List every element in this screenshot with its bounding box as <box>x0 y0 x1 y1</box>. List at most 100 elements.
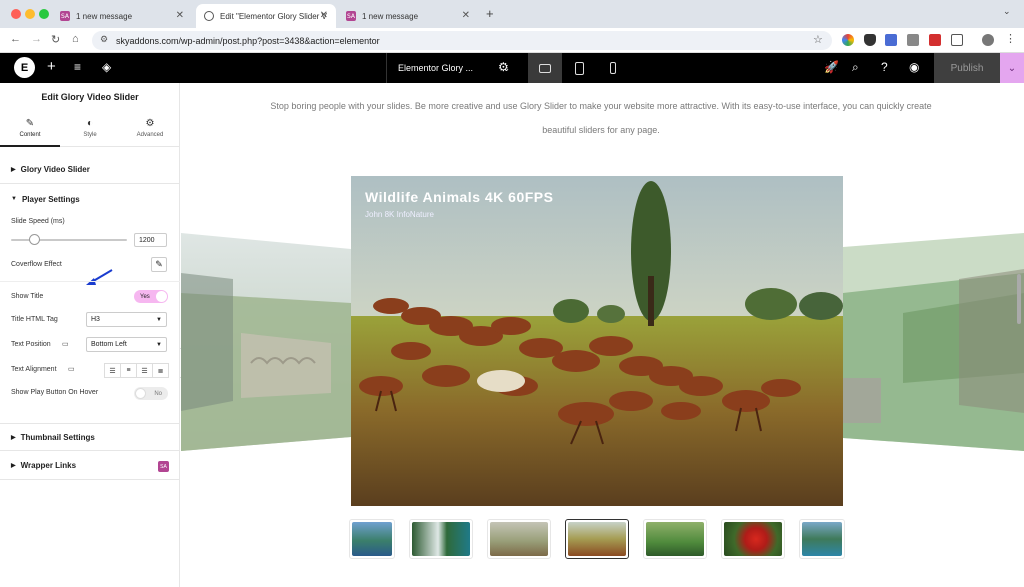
site-settings-icon[interactable]: ⚙ <box>100 34 108 45</box>
close-window-button[interactable] <box>11 9 21 19</box>
section-title: Thumbnail Settings <box>20 432 95 442</box>
desktop-icon <box>539 63 551 73</box>
close-tab-icon[interactable]: ✕ <box>176 10 184 21</box>
edit-pencil-icon[interactable]: ✎ <box>151 257 167 272</box>
tab-label: Style <box>83 132 97 138</box>
slide-speed-slider-handle[interactable] <box>29 234 41 245</box>
thumbnail-7[interactable] <box>799 519 845 559</box>
browser-tab-1[interactable]: SA 1 new message ✕ <box>52 4 192 28</box>
structure-layers-icon[interactable]: ◈ <box>102 60 111 74</box>
text-alignment-buttons: ☰ ≡ ☰ ≣ <box>104 363 169 378</box>
tab-label: Content <box>19 132 41 138</box>
publish-options-chevron-icon[interactable]: ⌄ <box>1000 53 1024 83</box>
show-title-toggle[interactable]: Yes <box>134 290 168 303</box>
panel-title: Edit Glory Video Slider <box>41 92 139 102</box>
text-alignment-label: Text Alignment <box>11 366 57 373</box>
active-slide[interactable]: Wildlife Animals 4K 60FPS John 8K InfoNa… <box>351 176 843 506</box>
section-title: Glory Video Slider <box>20 165 90 174</box>
maximize-window-button[interactable] <box>39 9 49 19</box>
caret-down-icon: ▼ <box>156 341 162 348</box>
align-right-icon[interactable]: ☰ <box>136 363 153 378</box>
previous-slide-image[interactable] <box>181 233 353 453</box>
back-arrow-icon[interactable]: ← <box>10 33 21 45</box>
title-html-tag-select[interactable]: H3 ▼ <box>86 312 167 327</box>
page-settings-gear-icon[interactable]: ⚙ <box>498 60 509 74</box>
section-title: Wrapper Links <box>20 461 77 470</box>
section-wrapper-links[interactable]: ▶ Wrapper Links <box>0 452 180 480</box>
publish-button[interactable]: Publish <box>934 53 1000 83</box>
close-tab-icon[interactable]: ✕ <box>320 10 328 21</box>
url-input[interactable]: ⚙ skyaddons.com/wp-admin/post.php?post=3… <box>92 31 832 50</box>
text-position-select[interactable]: Bottom Left ▼ <box>86 337 167 352</box>
next-slide-image[interactable] <box>843 233 1024 453</box>
thumbnail-6[interactable] <box>721 519 785 559</box>
rocket-notifications-icon[interactable]: 🚀 <box>824 60 839 74</box>
thumbnail-5[interactable] <box>643 519 707 559</box>
tab-style[interactable]: ◐ Style <box>60 111 120 147</box>
forward-arrow-icon[interactable]: → <box>31 33 42 45</box>
divider <box>0 281 180 282</box>
tab-label: Edit "Elementor Glory Slider V <box>220 11 327 21</box>
site-settings-sliders-icon[interactable]: ≡ <box>74 60 81 74</box>
url-text: skyaddons.com/wp-admin/post.php?post=343… <box>116 35 380 46</box>
section-title: Player Settings <box>21 194 80 204</box>
page-scrollbar[interactable] <box>1017 274 1021 324</box>
align-left-icon[interactable]: ☰ <box>104 363 121 378</box>
preview-eye-icon[interactable]: ◉ <box>909 60 919 74</box>
show-title-label: Show Title <box>11 293 44 300</box>
tab-advanced[interactable]: ⚙ Advanced <box>120 111 180 147</box>
bookmark-star-icon[interactable]: ☆ <box>813 33 823 46</box>
translate-extension-icon[interactable] <box>885 34 897 46</box>
show-play-button-label: Show Play Button On Hover <box>11 389 99 396</box>
address-bar-row: ← → ↻ ⌂ ⚙ skyaddons.com/wp-admin/post.ph… <box>0 28 1024 53</box>
add-element-icon[interactable]: + <box>47 58 56 75</box>
tab-search-icon[interactable]: ⌄ <box>1003 6 1011 17</box>
section-player-settings[interactable]: ▼ Player Settings <box>0 185 180 213</box>
align-justify-icon[interactable]: ≣ <box>152 363 169 378</box>
responsive-desktop-icon[interactable]: ▭ <box>68 365 75 373</box>
section-thumbnail-settings[interactable]: ▶ Thumbnail Settings <box>0 423 180 451</box>
browser-tab-2[interactable]: Edit "Elementor Glory Slider V ✕ <box>196 4 336 28</box>
elementor-logo-icon[interactable]: E <box>14 57 35 78</box>
toggle-knob <box>156 291 167 302</box>
reload-icon[interactable]: ↻ <box>51 33 60 46</box>
skyaddons-favicon-icon: SA <box>346 11 356 21</box>
home-icon[interactable]: ⌂ <box>72 33 79 45</box>
thumbnail-image <box>352 522 392 556</box>
browser-tab-3[interactable]: SA 1 new message ✕ <box>338 4 478 28</box>
skyaddons-favicon-icon: SA <box>60 11 70 21</box>
chrome-extension-icon[interactable] <box>842 34 854 46</box>
caret-right-icon: ▶ <box>11 167 16 173</box>
thumbnail-image <box>802 522 842 556</box>
new-tab-button[interactable]: + <box>486 6 494 21</box>
mobile-view-button[interactable] <box>596 53 630 83</box>
thumbnail-2[interactable] <box>409 519 473 559</box>
responsive-desktop-icon[interactable]: ▭ <box>62 340 69 348</box>
thumbnail-image <box>646 522 704 556</box>
tab-content[interactable]: ✎ Content <box>0 111 60 147</box>
browser-menu-icon[interactable]: ⋮ <box>1005 32 1016 45</box>
search-icon[interactable]: ⌕ <box>852 60 859 75</box>
tablet-view-button[interactable] <box>562 53 596 83</box>
extensions-puzzle-icon[interactable] <box>951 34 963 46</box>
help-icon[interactable]: ? <box>881 60 888 74</box>
profile-avatar[interactable] <box>982 34 994 46</box>
thumbnail-4[interactable] <box>565 519 629 559</box>
shield-extension-icon[interactable] <box>864 34 876 46</box>
toggle-knob <box>135 388 146 399</box>
font-extension-icon[interactable] <box>929 34 941 46</box>
show-play-button-toggle[interactable]: No <box>134 387 168 400</box>
align-center-icon[interactable]: ≡ <box>120 363 137 378</box>
thumbnail-image <box>490 522 548 556</box>
close-tab-icon[interactable]: ✕ <box>462 10 470 21</box>
section-glory-video-slider[interactable]: ▶ Glory Video Slider <box>0 156 180 184</box>
minimize-window-button[interactable] <box>25 9 35 19</box>
screenshot-extension-icon[interactable] <box>907 34 919 46</box>
slide-speed-label: Slide Speed (ms) <box>11 218 65 225</box>
slide-title: Wildlife Animals 4K 60FPS <box>365 189 554 205</box>
thumbnail-3[interactable] <box>487 519 551 559</box>
contrast-icon: ◐ <box>86 118 94 129</box>
desktop-view-button[interactable] <box>528 53 562 83</box>
thumbnail-1[interactable] <box>349 519 395 559</box>
slide-speed-input[interactable]: 1200 <box>134 233 167 247</box>
